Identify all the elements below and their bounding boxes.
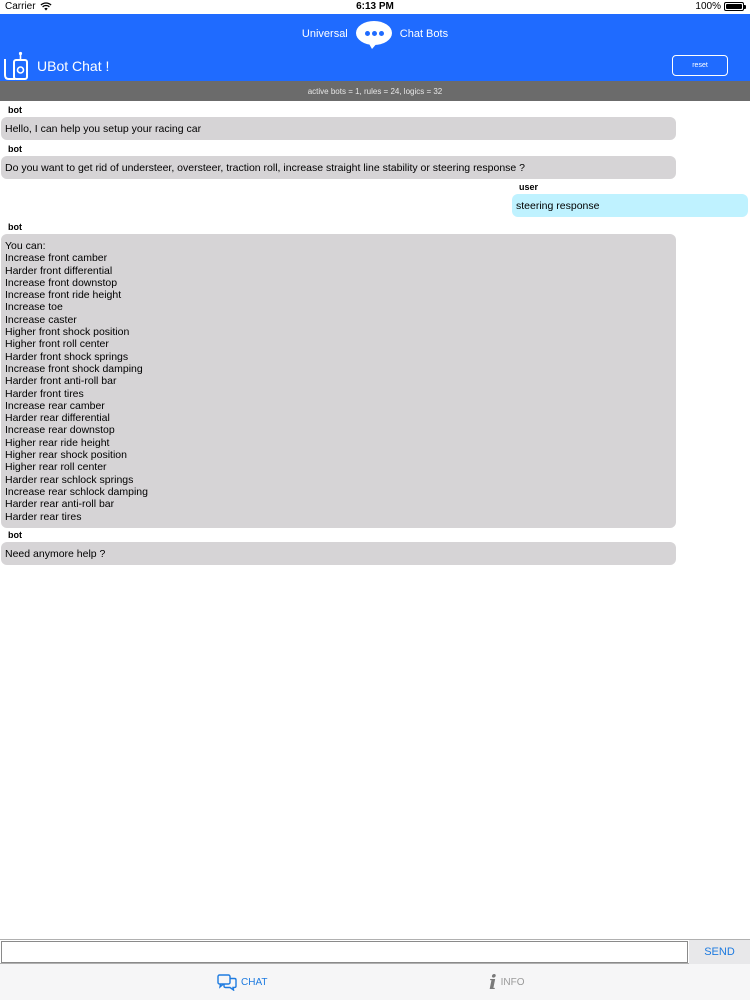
- tab-bar: CHAT i INFO: [0, 964, 750, 1000]
- tab-info-label: INFO: [500, 976, 525, 988]
- chat-icon: [217, 973, 237, 991]
- clock: 6:13 PM: [356, 1, 394, 12]
- message-sender: bot: [8, 144, 22, 154]
- app-title: UBot Chat !: [37, 58, 110, 74]
- battery-indicator: 100%: [695, 1, 746, 12]
- message-bubble: You can: Increase front camber Harder fr…: [1, 234, 676, 528]
- info-icon: i: [489, 970, 497, 994]
- app-header: Universal Chat Bots UBot Chat ! reset: [0, 14, 750, 81]
- brand-left-text: Universal: [301, 28, 348, 40]
- message-bubble: Do you want to get rid of understeer, ov…: [1, 156, 676, 180]
- battery-icon: [724, 2, 746, 11]
- chat-bubble-logo-icon: [354, 19, 394, 49]
- message-sender: bot: [8, 530, 22, 540]
- tab-chat[interactable]: CHAT: [217, 970, 267, 994]
- message-input[interactable]: [1, 941, 688, 963]
- brand-banner: Universal Chat Bots: [0, 19, 750, 49]
- chat-message-bot: bot You can: Increase front camber Harde…: [1, 221, 676, 528]
- message-bubble: Need anymore help ?: [1, 542, 676, 566]
- status-bar: Carrier 6:13 PM 100%: [0, 0, 750, 14]
- chat-log[interactable]: bot Hello, I can help you setup your rac…: [0, 101, 750, 939]
- tab-info[interactable]: i INFO: [489, 970, 525, 994]
- message-sender: bot: [8, 105, 22, 115]
- message-sender: user: [519, 182, 539, 192]
- tab-chat-label: CHAT: [241, 976, 268, 988]
- brand-right-text: Chat Bots: [399, 28, 449, 40]
- message-bubble: steering response: [512, 194, 748, 218]
- ubot-logo-icon: [4, 51, 28, 80]
- message-composer: SEND: [0, 939, 750, 964]
- message-sender: bot: [8, 222, 22, 232]
- chat-message-bot: bot Hello, I can help you setup your rac…: [1, 104, 676, 141]
- chat-message-user: user steering response: [512, 181, 748, 218]
- title-row: UBot Chat ! reset: [0, 51, 750, 80]
- reset-button[interactable]: reset: [672, 55, 728, 76]
- chat-message-bot: bot Do you want to get rid of understeer…: [1, 143, 676, 180]
- message-bubble: Hello, I can help you setup your racing …: [1, 117, 676, 141]
- battery-percent: 100%: [695, 1, 721, 12]
- chat-message-bot: bot Need anymore help ?: [1, 529, 676, 566]
- bot-stats-bar: active bots = 1, rules = 24, logics = 32: [0, 81, 750, 101]
- send-button[interactable]: SEND: [689, 940, 750, 964]
